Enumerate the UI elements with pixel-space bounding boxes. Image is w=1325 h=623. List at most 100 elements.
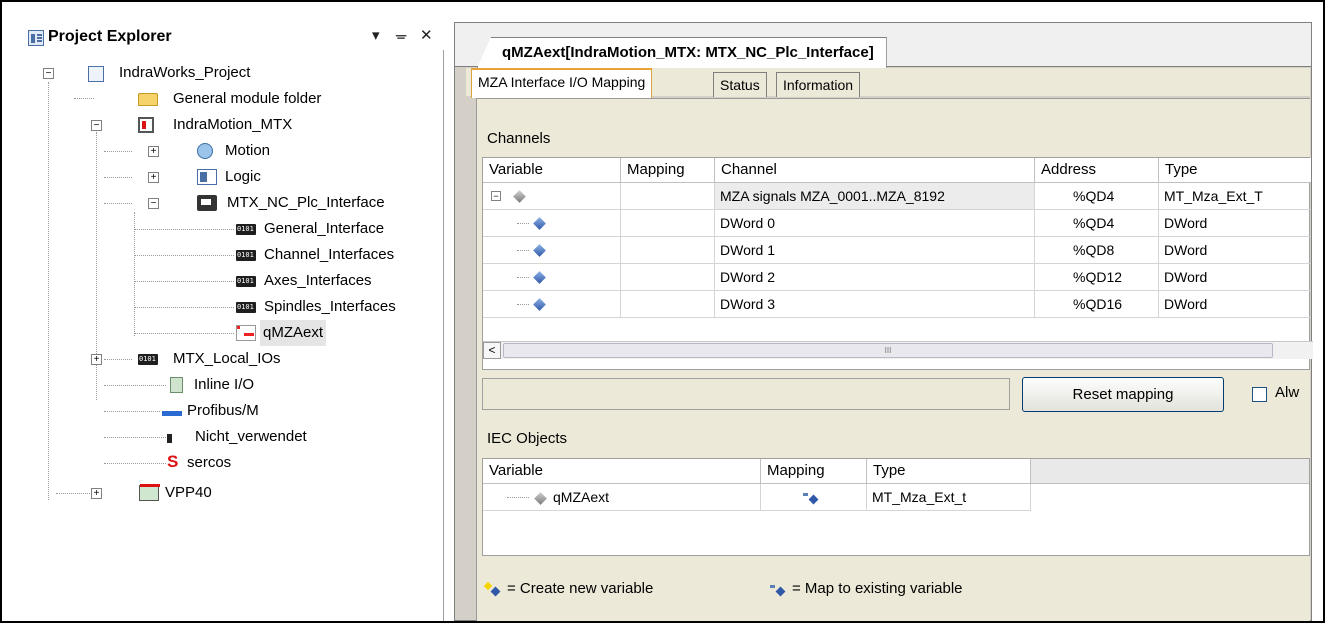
vpp-icon [139, 484, 160, 501]
tree-line [517, 277, 529, 278]
tree-line [507, 497, 529, 498]
col-header-type[interactable]: Type [1159, 158, 1311, 183]
variable-icon [533, 271, 546, 284]
always-checkbox[interactable] [1252, 387, 1267, 402]
expand-icon[interactable]: + [148, 146, 159, 157]
pin-icon[interactable]: ᚚ [396, 26, 406, 44]
expand-icon[interactable]: + [91, 354, 102, 365]
iec-objects-grid: Variable Mapping Type qMZAext MT_Mza_Ext… [482, 458, 1310, 556]
tree-label: Profibus/M [187, 402, 259, 419]
cell-address: %QD12 [1035, 264, 1159, 291]
cell-channel: DWord 0 [715, 210, 1035, 237]
tree-label: Spindles_Interfaces [264, 298, 396, 315]
tree-line [517, 304, 529, 305]
expand-icon[interactable]: + [148, 172, 159, 183]
cell-mapping[interactable] [621, 210, 715, 237]
folder-icon [138, 93, 158, 106]
close-icon[interactable]: ✕ [420, 26, 433, 44]
io-icon [236, 268, 256, 294]
legend-map-text: = Map to existing variable [792, 580, 963, 597]
collapse-icon[interactable]: − [148, 198, 159, 209]
tree-line [104, 463, 166, 464]
tree-label: Logic [225, 168, 261, 185]
tree-line [134, 307, 234, 308]
channels-label: Channels [487, 130, 551, 147]
header-filler [1031, 459, 1309, 484]
legend-create-text: = Create new variable [507, 580, 654, 597]
io-icon [236, 294, 256, 320]
tree-line [134, 281, 234, 282]
tree-line [104, 151, 132, 152]
horizontal-scrollbar[interactable]: < III [483, 341, 1313, 359]
cell-mapping[interactable] [621, 291, 715, 318]
project-explorer-icon [28, 30, 44, 46]
channels-grid: Variable Mapping Channel Address Type − … [482, 157, 1313, 370]
col-header-mapping[interactable]: Mapping [621, 158, 715, 183]
scroll-thumb[interactable]: III [503, 343, 1273, 358]
tree-line [48, 82, 49, 500]
cell-mapping[interactable] [621, 264, 715, 291]
cell-variable [483, 237, 621, 264]
nicht-icon [167, 434, 172, 443]
tab-information[interactable]: Information [776, 72, 861, 97]
cell-type: MT_Mza_Ext_T [1159, 183, 1311, 210]
tree-line [104, 359, 132, 360]
tree-label: MTX_Local_IOs [173, 350, 281, 367]
collapse-icon[interactable]: − [491, 191, 501, 201]
col-header-mapping[interactable]: Mapping [761, 459, 867, 484]
tree-label-selected: qMZAext [260, 320, 327, 346]
logic-icon [197, 169, 217, 185]
collapse-icon[interactable]: − [43, 68, 54, 79]
tab-status[interactable]: Status [713, 72, 767, 97]
col-header-variable[interactable]: Variable [483, 158, 621, 183]
tree-line [517, 250, 529, 251]
cell-type: DWord [1159, 237, 1311, 264]
plc-interface-icon [197, 195, 217, 211]
cell-mapping[interactable] [621, 183, 715, 210]
tree-line [104, 411, 160, 412]
map-existing-icon [770, 583, 786, 595]
tree-label: MTX_NC_Plc_Interface [227, 194, 385, 211]
profibus-icon [162, 411, 182, 416]
expand-icon[interactable]: + [91, 488, 102, 499]
reset-mapping-button[interactable]: Reset mapping [1022, 377, 1224, 412]
cell-channel: MZA signals MZA_0001..MZA_8192 [715, 183, 1035, 210]
document-tab-strip: qMZAext[IndraMotion_MTX: MTX_NC_Plc_Inte… [455, 23, 1311, 68]
tree-label: Channel_Interfaces [264, 246, 395, 263]
tree-line [104, 177, 132, 178]
cell-address: %QD16 [1035, 291, 1159, 318]
project-explorer-panel: Project Explorer ▾ ᚚ ✕ − IndraWorks_Proj… [22, 22, 444, 621]
tree-label: VPP40 [165, 484, 212, 501]
collapse-icon[interactable]: − [91, 120, 102, 131]
tree-label: Inline I/O [194, 376, 255, 393]
col-header-type[interactable]: Type [867, 459, 1031, 484]
mtx-icon [138, 117, 154, 133]
tree-line [517, 223, 529, 224]
tree-label: IndraWorks_Project [119, 64, 251, 81]
tree-line [134, 255, 234, 256]
status-field [482, 378, 1010, 410]
io-icon [138, 346, 158, 372]
inline-io-icon [170, 377, 183, 393]
sercos-icon: S [167, 452, 179, 471]
dropdown-icon[interactable]: ▾ [372, 26, 380, 44]
tree-label: IndraMotion_MTX [173, 116, 293, 133]
document-tab[interactable]: qMZAext[IndraMotion_MTX: MTX_NC_Plc_Inte… [477, 37, 887, 68]
scroll-left-icon[interactable]: < [483, 342, 501, 359]
cell-mapping[interactable] [761, 484, 867, 511]
col-header-channel[interactable]: Channel [715, 158, 1035, 183]
tree-line [134, 212, 135, 336]
io-icon [236, 242, 256, 268]
explorer-title: Project Explorer [48, 28, 172, 45]
tree-label: Motion [225, 142, 271, 159]
col-header-variable[interactable]: Variable [483, 459, 761, 484]
tab-mza-interface-io-mapping[interactable]: MZA Interface I/O Mapping [471, 68, 653, 98]
tree-line [104, 385, 166, 386]
cell-channel: DWord 3 [715, 291, 1035, 318]
cell-address: %QD4 [1035, 210, 1159, 237]
cell-address: %QD4 [1035, 183, 1159, 210]
col-header-address[interactable]: Address [1035, 158, 1159, 183]
tree-label: sercos [187, 454, 232, 471]
variable-icon [533, 217, 546, 230]
cell-mapping[interactable] [621, 237, 715, 264]
